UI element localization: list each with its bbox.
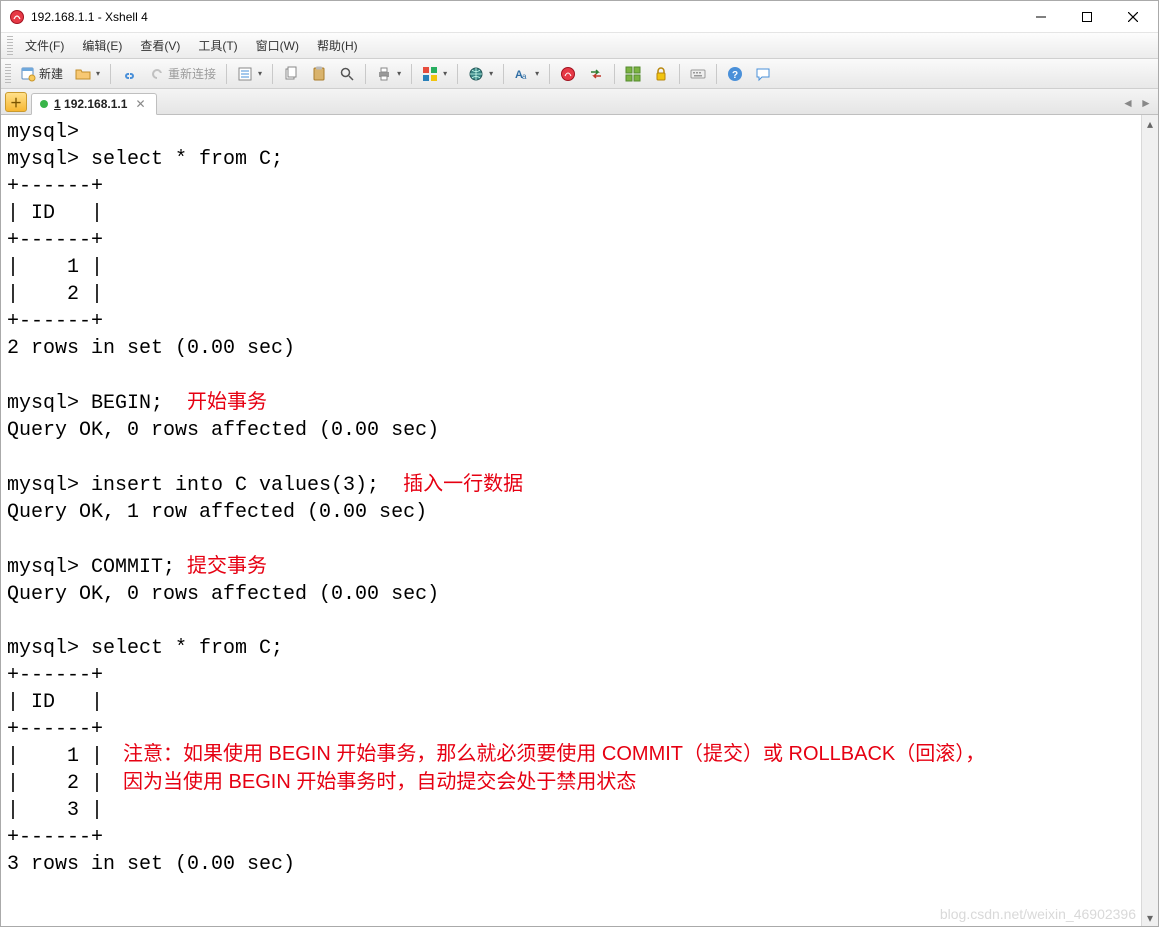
script-icon xyxy=(560,66,576,82)
script-button[interactable] xyxy=(555,62,581,86)
tab-label: 1 192.168.1.1 xyxy=(54,97,127,111)
help-button[interactable]: ? xyxy=(722,62,748,86)
help-icon: ? xyxy=(727,66,743,82)
new-session-button[interactable]: 新建 xyxy=(15,62,68,86)
copy-button[interactable] xyxy=(278,62,304,86)
maximize-button[interactable] xyxy=(1064,2,1110,32)
tab-next-button[interactable]: ► xyxy=(1138,95,1154,111)
terminal-wrap: mysql> mysql> select * from C; +------+ … xyxy=(1,115,1158,926)
new-icon xyxy=(20,66,36,82)
open-button[interactable]: ▾ xyxy=(70,62,105,86)
session-tab[interactable]: 1 192.168.1.1 ✕ xyxy=(31,93,157,115)
svg-text:?: ? xyxy=(732,70,738,81)
note-annotation: 注意：如果使用 BEGIN 开始事务，那么就必须要使用 COMMIT（提交）或 … xyxy=(123,740,1123,796)
search-icon xyxy=(339,66,355,82)
menu-window[interactable]: 窗口(W) xyxy=(248,34,307,57)
toolbar: 新建 ▾ 重新连接 ▾ ▾ ▾ ▾ Aa▾ ? xyxy=(1,59,1158,89)
color-button[interactable]: ▾ xyxy=(417,62,452,86)
print-button[interactable]: ▾ xyxy=(371,62,406,86)
font-icon: Aa xyxy=(514,66,530,82)
menu-help[interactable]: 帮助(H) xyxy=(309,34,366,57)
globe-button[interactable]: ▾ xyxy=(463,62,498,86)
new-tab-button[interactable]: ＋ xyxy=(5,92,27,112)
transfer-icon xyxy=(588,66,604,82)
tabstrip: ＋ 1 192.168.1.1 ✕ ◄ ► xyxy=(1,89,1158,115)
properties-button[interactable]: ▾ xyxy=(232,62,267,86)
menu-file[interactable]: 文件(F) xyxy=(17,34,72,57)
menubar: 文件(F) 编辑(E) 查看(V) 工具(T) 窗口(W) 帮助(H) xyxy=(1,33,1158,59)
scrollbar[interactable]: ▴ ▾ xyxy=(1141,115,1158,926)
paste-icon xyxy=(311,66,327,82)
window-title: 192.168.1.1 - Xshell 4 xyxy=(31,10,148,24)
watermark: blog.csdn.net/weixin_46902396 xyxy=(940,906,1136,922)
paste-button[interactable] xyxy=(306,62,332,86)
window-controls xyxy=(1018,2,1156,32)
menu-tools[interactable]: 工具(T) xyxy=(190,34,245,57)
app-icon xyxy=(9,9,25,25)
status-dot-icon xyxy=(40,100,48,108)
terminal[interactable]: mysql> mysql> select * from C; +------+ … xyxy=(1,115,1141,926)
keyboard-button[interactable] xyxy=(685,62,711,86)
lock-button[interactable] xyxy=(648,62,674,86)
close-button[interactable] xyxy=(1110,2,1156,32)
lock-icon xyxy=(653,66,669,82)
printer-icon xyxy=(376,66,392,82)
copy-icon xyxy=(283,66,299,82)
minimize-button[interactable] xyxy=(1018,2,1064,32)
reconnect-button[interactable]: 重新连接 xyxy=(144,62,221,86)
properties-icon xyxy=(237,66,253,82)
folder-open-icon xyxy=(75,66,91,82)
find-button[interactable] xyxy=(334,62,360,86)
reconnect-label: 重新连接 xyxy=(168,65,216,82)
titlebar: 192.168.1.1 - Xshell 4 xyxy=(1,1,1158,33)
scroll-down-button[interactable]: ▾ xyxy=(1142,909,1158,926)
scroll-track[interactable] xyxy=(1142,132,1158,909)
globe-icon xyxy=(468,66,484,82)
link-icon xyxy=(121,66,137,82)
tile-button[interactable] xyxy=(620,62,646,86)
new-label: 新建 xyxy=(39,65,63,82)
reconnect-icon xyxy=(149,66,165,82)
font-button[interactable]: Aa▾ xyxy=(509,62,544,86)
link-button[interactable] xyxy=(116,62,142,86)
tab-prev-button[interactable]: ◄ xyxy=(1120,95,1136,111)
color-icon xyxy=(422,66,438,82)
toolbar-grip[interactable] xyxy=(5,64,11,84)
scroll-up-button[interactable]: ▴ xyxy=(1142,115,1158,132)
menubar-grip[interactable] xyxy=(7,36,13,56)
svg-text:a: a xyxy=(522,72,527,81)
tab-nav: ◄ ► xyxy=(1120,95,1154,111)
transfer-button[interactable] xyxy=(583,62,609,86)
tab-close-button[interactable]: ✕ xyxy=(133,97,147,111)
menu-edit[interactable]: 编辑(E) xyxy=(74,34,130,57)
speech-bubble-icon xyxy=(755,66,771,82)
menu-view[interactable]: 查看(V) xyxy=(132,34,188,57)
feedback-button[interactable] xyxy=(750,62,776,86)
tile-icon xyxy=(625,66,641,82)
keyboard-icon xyxy=(690,66,706,82)
